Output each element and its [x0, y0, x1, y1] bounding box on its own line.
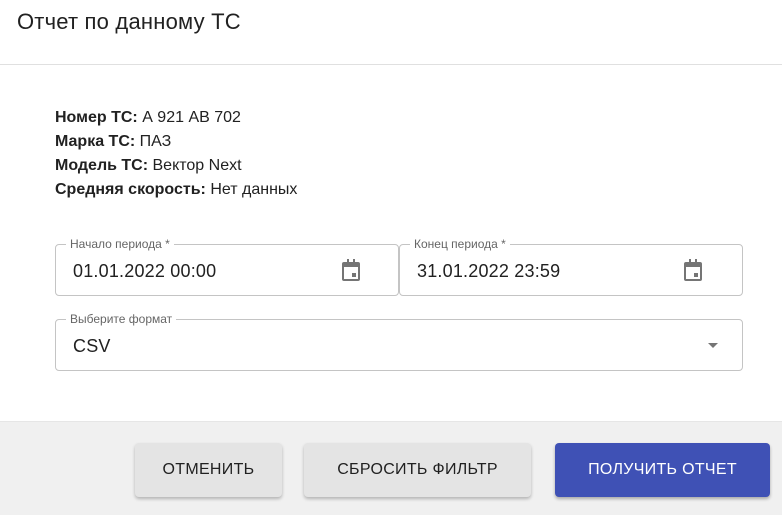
dropdown-arrow-icon[interactable]	[708, 343, 718, 348]
average-speed-row: Средняя скорость: Нет данных	[55, 178, 297, 202]
format-select[interactable]: Выберите формат CSV	[55, 311, 743, 371]
calendar-icon[interactable]	[339, 258, 363, 284]
period-end-value[interactable]: 31.01.2022 23:59	[417, 259, 560, 283]
vehicle-model-label: Модель ТС:	[55, 157, 149, 174]
title-divider	[0, 64, 782, 65]
vehicle-model-row: Модель ТС: Вектор Next	[55, 154, 297, 178]
format-label: Выберите формат	[66, 311, 177, 327]
vehicle-number-label: Номер ТС:	[55, 109, 138, 126]
dialog-title: Отчет по данному ТС	[17, 9, 241, 34]
period-start-field[interactable]: Начало периода * 01.01.2022 00:00	[55, 236, 399, 296]
period-end-label: Конец периода *	[410, 236, 510, 252]
format-value[interactable]: CSV	[73, 334, 111, 358]
vehicle-brand-value: ПАЗ	[139, 133, 172, 150]
vehicle-brand-label: Марка ТС:	[55, 133, 136, 150]
vehicle-info: Номер ТС: А 921 АВ 702 Марка ТС: ПАЗ Мод…	[55, 106, 297, 202]
average-speed-value: Нет данных	[210, 181, 298, 198]
period-end-field[interactable]: Конец периода * 31.01.2022 23:59	[399, 236, 743, 296]
vehicle-number-row: Номер ТС: А 921 АВ 702	[55, 106, 297, 130]
report-dialog: Отчет по данному ТС Номер ТС: А 921 АВ 7…	[0, 0, 782, 515]
period-start-value[interactable]: 01.01.2022 00:00	[73, 259, 216, 283]
calendar-icon[interactable]	[681, 258, 705, 284]
vehicle-model-value: Вектор Next	[152, 157, 242, 174]
reset-filter-button[interactable]: СБРОСИТЬ ФИЛЬТР	[304, 443, 531, 497]
period-start-label: Начало периода *	[66, 236, 174, 252]
average-speed-label: Средняя скорость:	[55, 181, 206, 198]
vehicle-brand-row: Марка ТС: ПАЗ	[55, 130, 297, 154]
get-report-button[interactable]: ПОЛУЧИТЬ ОТЧЕТ	[555, 443, 770, 497]
cancel-button[interactable]: ОТМЕНИТЬ	[135, 443, 282, 497]
vehicle-number-value: А 921 АВ 702	[142, 109, 241, 126]
